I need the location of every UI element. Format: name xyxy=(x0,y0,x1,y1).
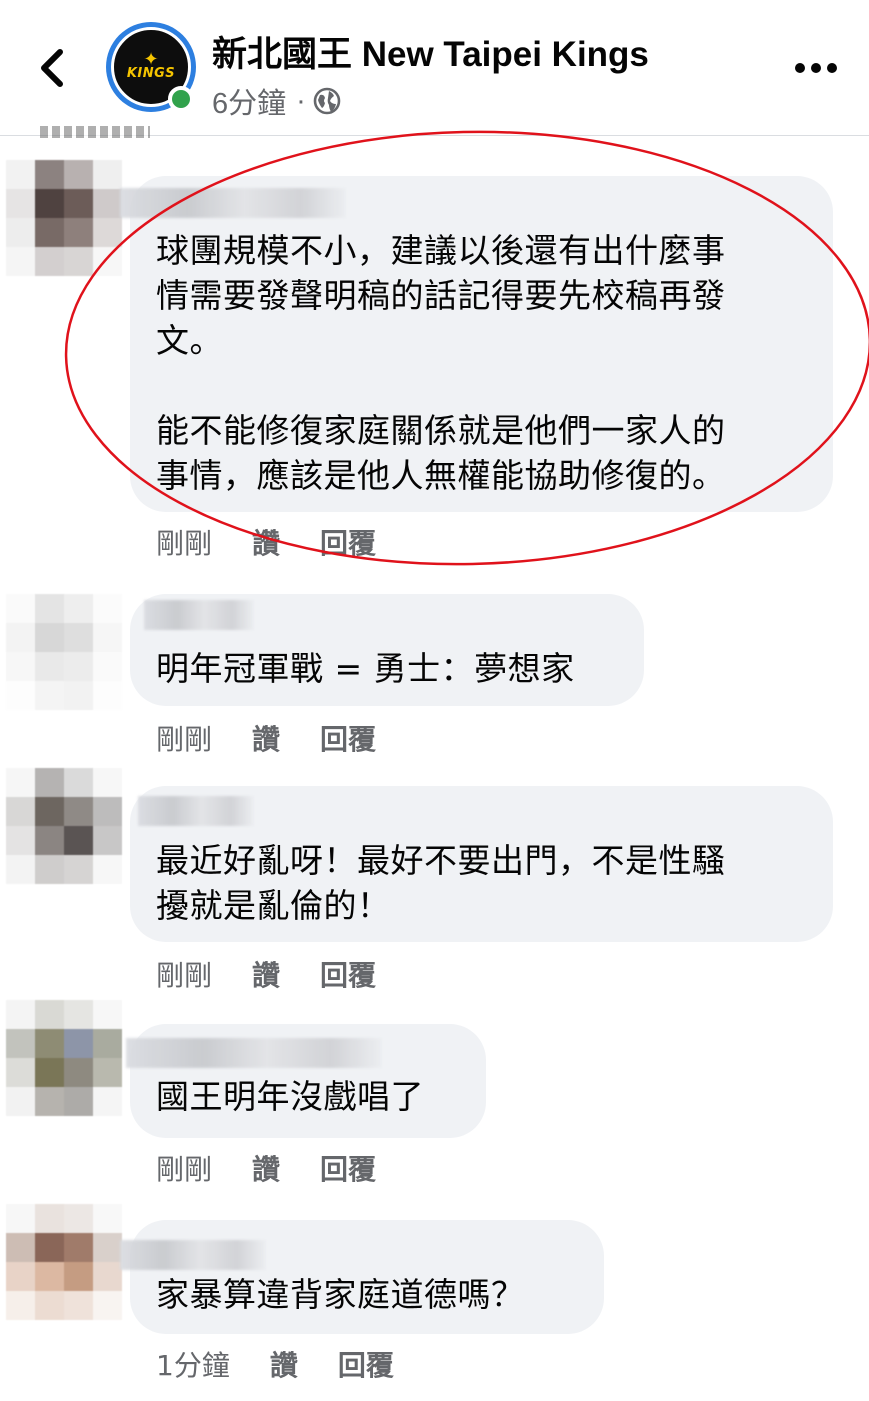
comment-time[interactable]: 剛剛 xyxy=(156,954,212,994)
like-button[interactable]: 讚 xyxy=(270,1344,298,1384)
globe-icon[interactable] xyxy=(312,86,342,116)
post-meta: 6分鐘 · xyxy=(212,80,342,122)
post-header: ✦ KINGS 新北國王 New Taipei Kings 6分鐘 · xyxy=(0,0,869,136)
clipped-text-fragment xyxy=(40,126,150,138)
comment-bubble[interactable]: 家暴算違背家庭道德嗎？ xyxy=(120,1220,604,1334)
reply-button[interactable]: 回覆 xyxy=(320,1148,376,1188)
like-button[interactable]: 讚 xyxy=(252,954,280,994)
comment-actions: 剛剛 讚 回覆 xyxy=(156,718,376,758)
page-name[interactable]: 新北國王 New Taipei Kings xyxy=(212,26,649,77)
comment-text: 球團規模不小，建議以後還有出什麼事 情需要發聲明稿的話記得要先校稿再發 文。 能… xyxy=(156,231,726,495)
comment-actions: 1分鐘 讚 回覆 xyxy=(156,1344,394,1384)
commenter-avatar[interactable] xyxy=(6,1204,122,1320)
meta-separator: · xyxy=(296,84,306,117)
blurred-author-name[interactable] xyxy=(144,600,254,630)
comment-text: 家暴算違背家庭道德嗎？ xyxy=(156,1275,525,1314)
comment-bubble[interactable]: 國王明年沒戲唱了 xyxy=(126,1024,486,1138)
commenter-avatar[interactable] xyxy=(6,594,122,710)
logo-text: KINGS xyxy=(126,66,176,81)
back-button[interactable] xyxy=(28,38,76,98)
like-button[interactable]: 讚 xyxy=(252,718,280,758)
blurred-author-name[interactable] xyxy=(126,1038,382,1068)
like-button[interactable]: 讚 xyxy=(252,1148,280,1188)
blurred-author-name[interactable] xyxy=(138,796,254,826)
comment-time[interactable]: 剛剛 xyxy=(156,1148,212,1188)
comment-text: 國王明年沒戲唱了 xyxy=(156,1077,424,1116)
commenter-avatar[interactable] xyxy=(6,160,122,276)
commenter-avatar[interactable] xyxy=(6,1000,122,1116)
more-horizontal-icon xyxy=(795,63,837,73)
comment-bubble[interactable]: 最近好亂呀！最好不要出門，不是性騷 擾就是亂倫的！ xyxy=(130,786,833,942)
chevron-left-icon xyxy=(41,49,63,87)
comment-actions: 剛剛 讚 回覆 xyxy=(156,954,376,994)
page-avatar[interactable]: ✦ KINGS xyxy=(106,22,196,112)
reply-button[interactable]: 回覆 xyxy=(320,954,376,994)
blurred-author-name[interactable] xyxy=(120,188,346,218)
comment-time[interactable]: 剛剛 xyxy=(156,718,212,758)
comments-screen: ✦ KINGS 新北國王 New Taipei Kings 6分鐘 · 球團規模… xyxy=(0,0,869,1401)
commenter-avatar[interactable] xyxy=(6,768,122,884)
online-status-dot xyxy=(168,86,194,112)
crown-star-icon: ✦ xyxy=(143,49,159,70)
comment-bubble[interactable]: 明年冠軍戰 = 勇士：夢想家 xyxy=(130,594,644,706)
comment-actions: 剛剛 讚 回覆 xyxy=(156,522,376,562)
comment-time[interactable]: 剛剛 xyxy=(156,522,212,562)
comment-text: 最近好亂呀！最好不要出門，不是性騷 擾就是亂倫的！ xyxy=(156,841,726,925)
comment-time[interactable]: 1分鐘 xyxy=(156,1344,230,1384)
reply-button[interactable]: 回覆 xyxy=(338,1344,394,1384)
reply-button[interactable]: 回覆 xyxy=(320,522,376,562)
blurred-author-name[interactable] xyxy=(120,1240,266,1270)
comment-bubble[interactable]: 球團規模不小，建議以後還有出什麼事 情需要發聲明稿的話記得要先校稿再發 文。 能… xyxy=(120,176,833,512)
comment-text: 明年冠軍戰 = 勇士：夢想家 xyxy=(156,649,575,688)
comment-actions: 剛剛 讚 回覆 xyxy=(156,1148,376,1188)
post-time[interactable]: 6分鐘 xyxy=(212,80,286,122)
reply-button[interactable]: 回覆 xyxy=(320,718,376,758)
like-button[interactable]: 讚 xyxy=(252,522,280,562)
more-options-button[interactable] xyxy=(790,48,842,88)
